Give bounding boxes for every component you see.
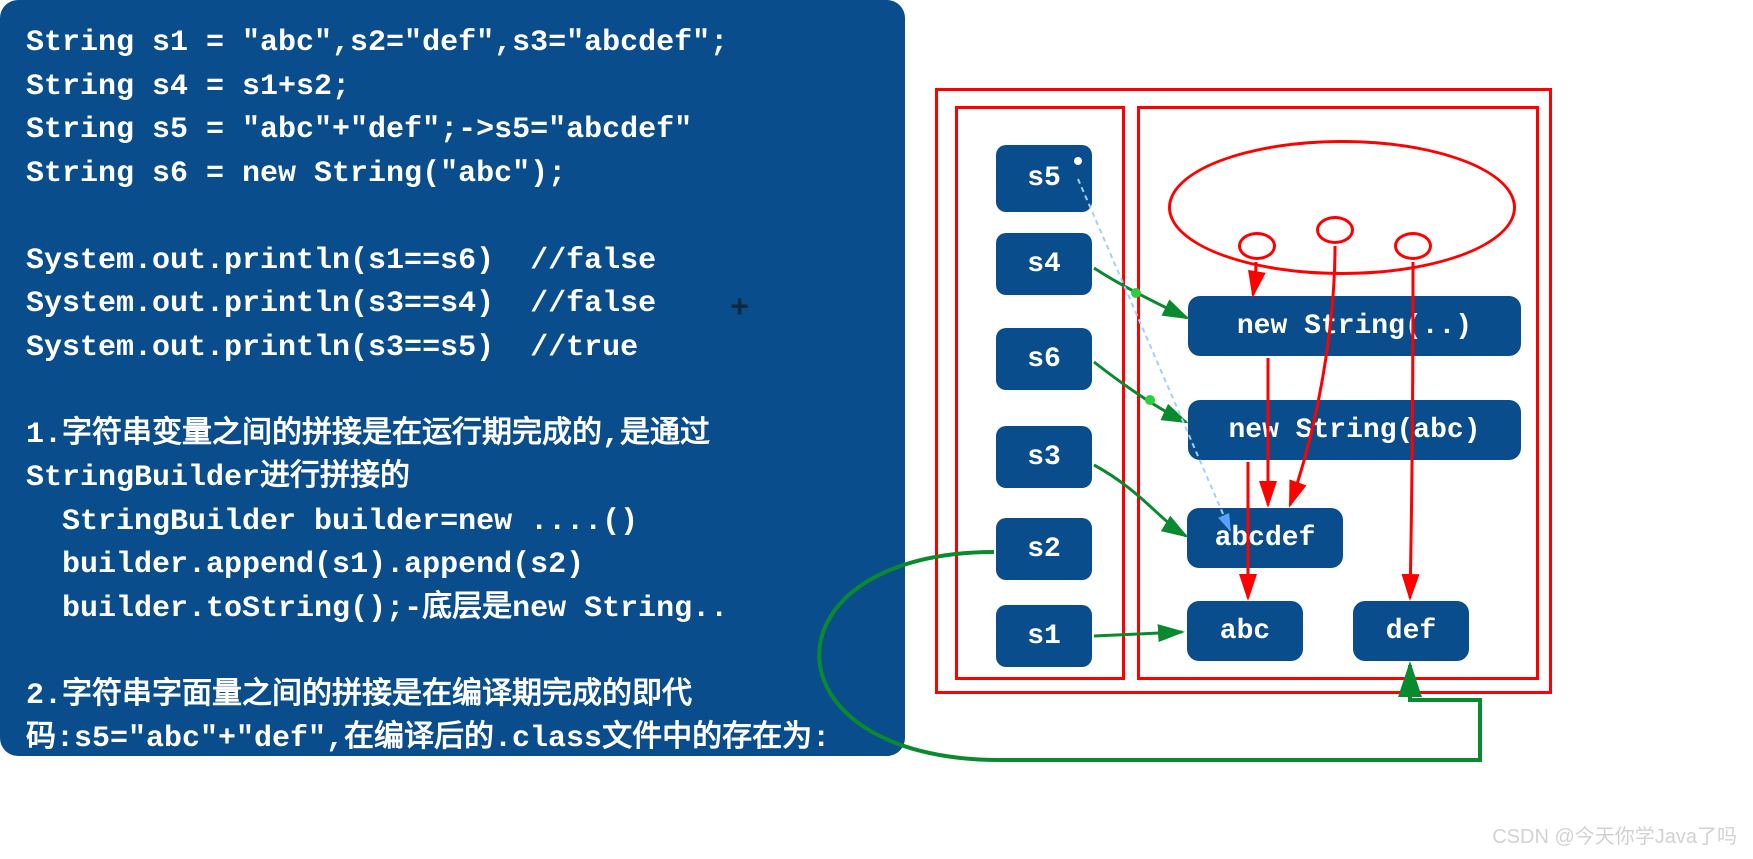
oval-small-1: [1238, 232, 1276, 260]
oval-small-3: [1394, 232, 1432, 260]
heap-pool-abcdef: abcdef: [1187, 508, 1343, 568]
stack-var-s5: s5: [996, 145, 1092, 212]
heap-new-string-abc: new String(abc): [1188, 400, 1521, 460]
plus-symbol: +: [730, 290, 749, 327]
heap-pool-def: def: [1353, 601, 1469, 661]
watermark: CSDN @今天你学Java了吗: [1492, 820, 1737, 849]
stack-var-s1: s1: [996, 605, 1092, 667]
code-panel: String s1 = "abc",s2="def",s3="abcdef"; …: [0, 0, 905, 756]
label: s5: [1027, 163, 1061, 194]
heap-pool-abc: abc: [1187, 601, 1303, 661]
oval-small-2: [1316, 216, 1354, 244]
stack-var-s4: s4: [996, 233, 1092, 295]
dot-icon: [1074, 157, 1082, 165]
oval-large: [1168, 140, 1516, 275]
stack-var-s2: s2: [996, 518, 1092, 580]
heap-new-string-dotdot: new String(..): [1188, 296, 1521, 356]
stack-var-s6: s6: [996, 328, 1092, 390]
stack-var-s3: s3: [996, 426, 1092, 488]
